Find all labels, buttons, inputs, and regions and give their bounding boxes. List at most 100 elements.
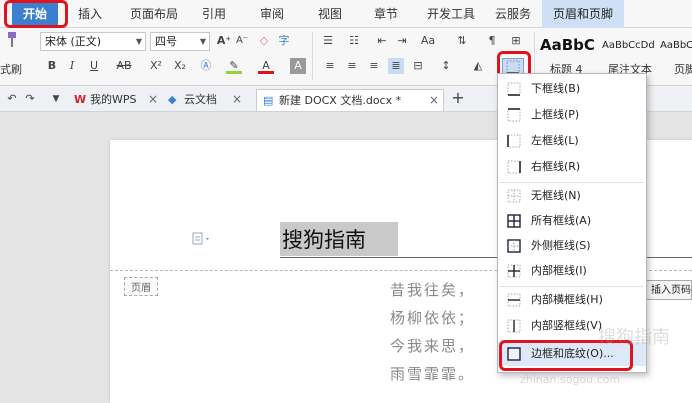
shading-icon[interactable]: ◭ xyxy=(470,58,486,74)
format-painter-icon[interactable] xyxy=(4,32,18,48)
superscript-button[interactable]: X² xyxy=(146,58,166,74)
menu-item-all-borders[interactable]: 所有框线(A) xyxy=(498,209,646,233)
cloud-doc-icon: ◆ xyxy=(168,93,177,106)
font-size-combo[interactable]: 四号 ▼ xyxy=(150,32,210,51)
borders-shading-icon xyxy=(507,347,521,361)
menu-tab-chapter[interactable]: 章节 xyxy=(368,0,404,28)
menu-item-label: 左框线(L) xyxy=(531,134,579,147)
bold-button[interactable]: B xyxy=(44,58,60,74)
font-name-value: 宋体 (正文) xyxy=(45,35,102,48)
align-left-icon[interactable]: ≡ xyxy=(322,58,338,74)
show-marks-icon[interactable]: ¶ xyxy=(484,33,500,49)
font-size-value: 四号 xyxy=(155,35,177,48)
menu-tab-review[interactable]: 审阅 xyxy=(254,0,290,28)
distribute-icon[interactable]: ⊟ xyxy=(410,58,426,74)
menu-tab-view[interactable]: 视图 xyxy=(312,0,348,28)
document-icon: ▤ xyxy=(263,94,274,107)
menu-item-right-border[interactable]: 右框线(R) xyxy=(498,155,646,179)
menu-item-label: 下框线(B) xyxy=(531,82,581,95)
increase-indent-icon[interactable]: ⇥ xyxy=(394,33,410,49)
highlight-color-icon[interactable]: ✎ xyxy=(226,58,242,74)
close-icon[interactable]: × xyxy=(148,89,158,110)
tab-list-chevron-icon[interactable]: ▼ xyxy=(48,91,64,107)
menu-item-label: 内部框线(I) xyxy=(531,264,587,277)
menu-tab-home[interactable]: 开始 xyxy=(12,0,58,28)
style-footer[interactable]: AaBbC 页脚 xyxy=(660,30,692,80)
tab-label: 新建 DOCX 文档.docx * xyxy=(279,94,402,107)
poem-line: 今我来思， xyxy=(390,337,476,355)
clear-format-icon[interactable]: ◇ xyxy=(256,33,272,49)
menu-separator xyxy=(500,182,644,183)
wps-logo-icon: W xyxy=(74,93,87,106)
paragraph-options-icon[interactable] xyxy=(192,232,212,246)
align-center-icon[interactable]: ≡ xyxy=(344,58,360,74)
menu-item-bottom-border[interactable]: 下框线(B) xyxy=(498,77,646,101)
style-name: 页脚 xyxy=(674,63,692,76)
menu-tab-cloud-service[interactable]: 云服务 xyxy=(488,0,538,28)
menu-item-inside-horizontal[interactable]: 内部横框线(H) xyxy=(498,288,646,312)
header-title[interactable]: 搜狗指南 xyxy=(282,224,366,254)
menu-item-top-border[interactable]: 上框线(P) xyxy=(498,103,646,127)
menu-tab-header-footer[interactable]: 页眉和页脚 xyxy=(542,0,624,28)
watermark-title: 搜狗指南 xyxy=(598,327,670,348)
grow-font-button[interactable]: A⁺ xyxy=(216,33,232,49)
numbered-list-icon[interactable]: ☷ xyxy=(346,33,362,49)
menu-item-label: 无框线(N) xyxy=(531,189,581,202)
justify-icon[interactable]: ≣ xyxy=(388,58,404,74)
close-icon[interactable]: × xyxy=(232,89,242,110)
tab-mywps[interactable]: W 我的WPS × xyxy=(72,89,164,111)
menu-item-outside-borders[interactable]: 外侧框线(S) xyxy=(498,234,646,258)
font-name-combo[interactable]: 宋体 (正文) ▼ xyxy=(40,32,146,51)
border-inside-vertical-icon xyxy=(507,319,521,333)
ribbon-divider xyxy=(312,32,313,80)
line-spacing-icon[interactable]: ↕ xyxy=(438,58,454,74)
sort-icon[interactable]: ⇅ xyxy=(454,33,470,49)
underline-button[interactable]: U xyxy=(86,58,102,74)
change-case-icon[interactable]: Aa xyxy=(420,33,436,49)
menu-item-inside-borders[interactable]: 内部框线(I) xyxy=(498,259,646,283)
menu-tab-references[interactable]: 引用 xyxy=(196,0,232,28)
align-right-icon[interactable]: ≡ xyxy=(366,58,382,74)
menu-tab-developer[interactable]: 开发工具 xyxy=(420,0,482,28)
border-left-icon xyxy=(507,134,521,148)
text-effect-icon[interactable]: Ⓐ xyxy=(198,58,214,74)
strikethrough-button[interactable]: AB xyxy=(112,58,136,74)
poem-line: 昔我往矣， xyxy=(390,281,476,299)
header-label: 页眉 xyxy=(124,277,158,296)
border-bottom-icon xyxy=(507,82,521,96)
bullet-list-icon[interactable]: ☰ xyxy=(320,33,336,49)
phonetic-guide-icon[interactable]: 字 xyxy=(276,33,292,49)
table-icon[interactable]: ⊞ xyxy=(508,33,524,49)
border-button[interactable] xyxy=(502,58,524,74)
close-icon[interactable]: × xyxy=(429,90,439,111)
new-tab-button[interactable]: + xyxy=(450,90,466,106)
border-inside-horizontal-icon xyxy=(507,293,521,307)
undo-icon[interactable]: ↶ xyxy=(4,91,20,107)
italic-button[interactable]: I xyxy=(64,58,80,74)
menu-separator xyxy=(500,286,644,287)
redo-icon[interactable]: ↷ xyxy=(22,91,38,107)
menu-item-left-border[interactable]: 左框线(L) xyxy=(498,129,646,153)
border-inside-icon xyxy=(507,264,521,278)
tab-document[interactable]: ▤ 新建 DOCX 文档.docx * × xyxy=(256,89,444,111)
menu-item-label: 上框线(P) xyxy=(531,108,580,121)
subscript-button[interactable]: X₂ xyxy=(170,58,190,74)
menu-tab-insert[interactable]: 插入 xyxy=(70,0,110,28)
menu-item-label: 右框线(R) xyxy=(531,160,581,173)
menu-item-no-border[interactable]: 无框线(N) xyxy=(498,184,646,208)
shrink-font-button[interactable]: A⁻ xyxy=(234,33,250,49)
style-sample: AaBbCcDd xyxy=(602,40,655,51)
border-all-icon xyxy=(507,214,521,228)
chevron-down-icon: ▼ xyxy=(135,37,142,46)
tab-cloud-docs[interactable]: ◆ 云文档 × xyxy=(166,89,252,111)
decrease-indent-icon[interactable]: ⇤ xyxy=(374,33,390,49)
poem-line: 杨柳依依； xyxy=(390,309,476,327)
border-none-icon xyxy=(507,189,521,203)
font-color-button[interactable]: A xyxy=(258,58,274,74)
chevron-down-icon: ▼ xyxy=(199,37,206,46)
format-painter-label[interactable]: 式刷 xyxy=(0,61,22,77)
menu-tab-page-layout[interactable]: 页面布局 xyxy=(124,0,184,28)
insert-page-number-button[interactable]: 插入页码 xyxy=(644,280,692,300)
char-shading-icon[interactable]: A xyxy=(290,58,306,74)
watermark-url: zhinan.sogou.com xyxy=(520,373,621,386)
